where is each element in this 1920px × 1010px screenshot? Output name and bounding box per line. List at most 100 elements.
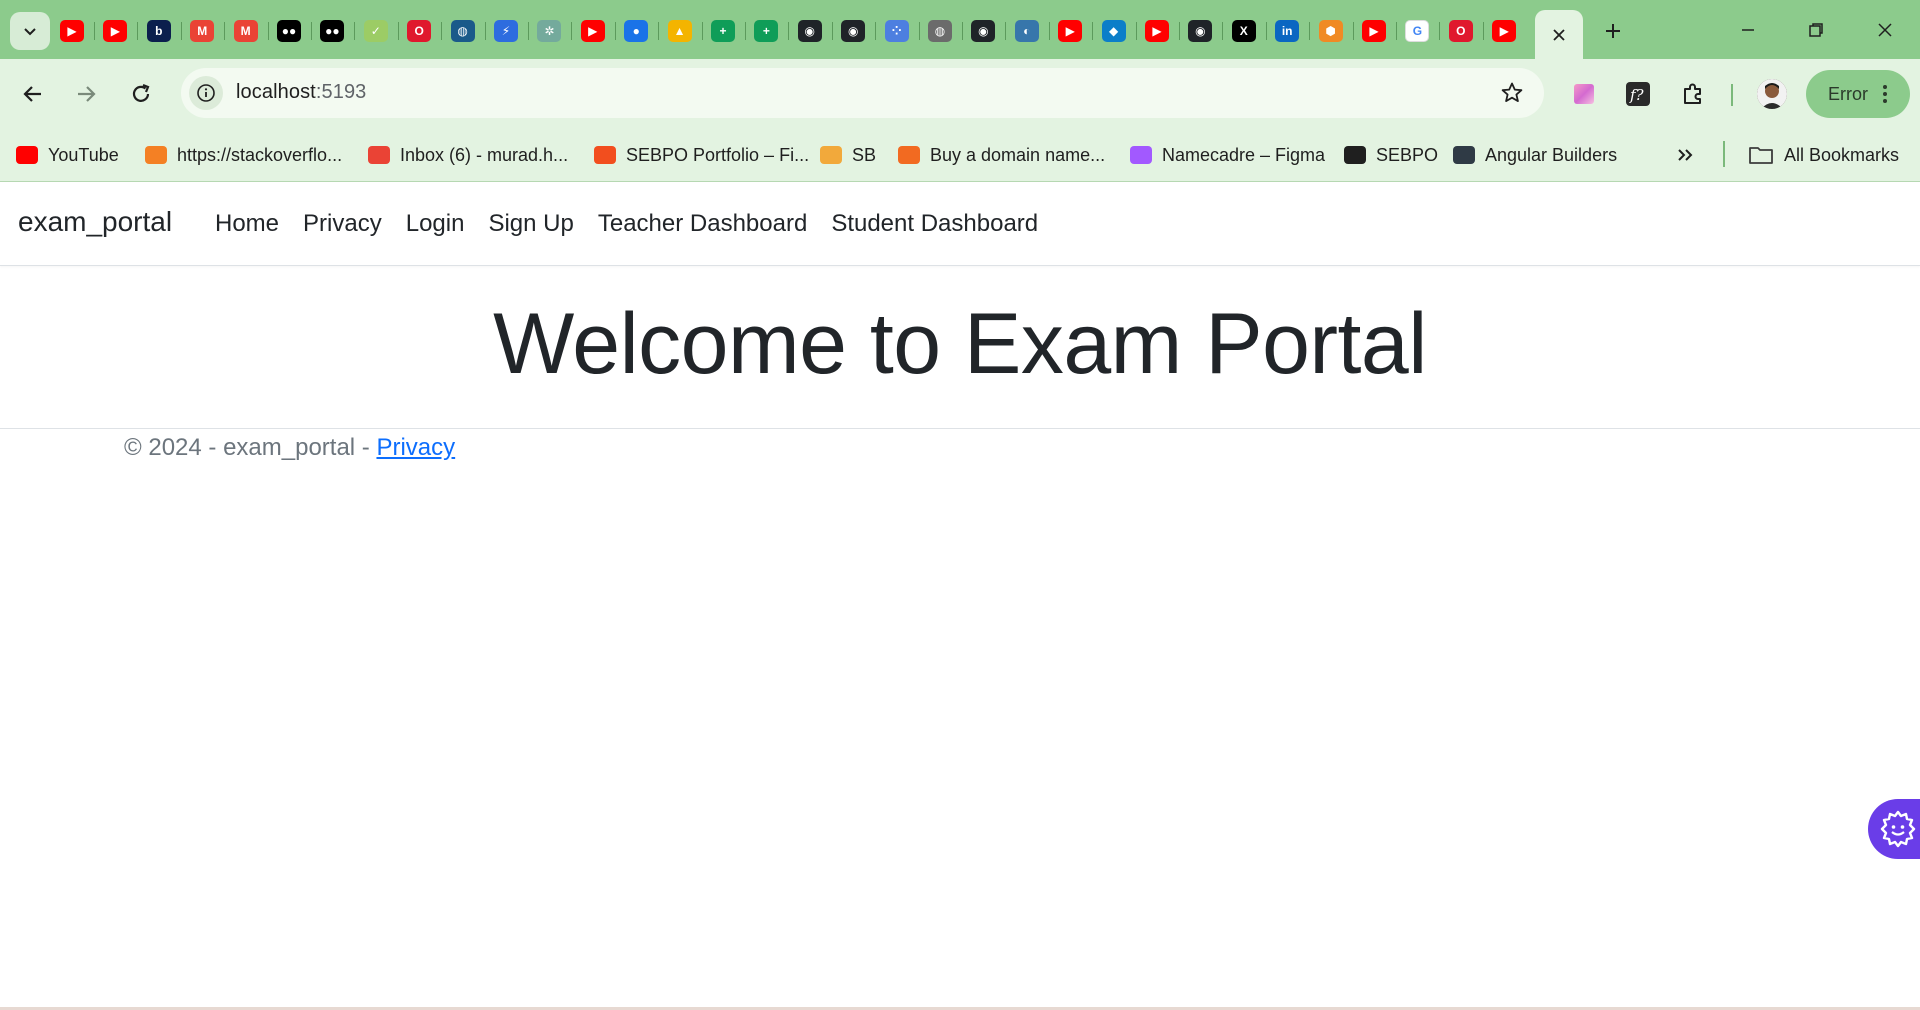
medium-icon[interactable]: ●● [320, 20, 345, 42]
bookmark-item[interactable]: SB [820, 141, 876, 169]
tab-search-button[interactable] [10, 12, 50, 50]
tab-separator [1135, 22, 1137, 40]
globe-grey-icon[interactable]: ◍ [928, 20, 952, 42]
medium-icon[interactable]: ●● [277, 20, 301, 42]
bookmarks-bar: YouTube https://stackoverflo... Inbox (6) … [0, 129, 1920, 182]
tab-separator [875, 22, 877, 40]
youtube-icon[interactable]: ▶ [60, 20, 84, 42]
floating-assistant-button[interactable] [1868, 799, 1920, 859]
stackoverflow-icon [145, 146, 167, 164]
tab-strip: ▶ ▶ b M M ●● ●● ✓ O ◍ ⚡ ✲ ▶ ● ▲ + + ◉ ◉ ⁘ ◍ ◉ ◐ ▶ ◆ ▶ ◉ Xin ⬢ ▶ G O ▶ [0, 0, 1920, 59]
nav-sign-up[interactable]: Sign Up [476, 210, 585, 238]
address-bar[interactable]: localhost:5193 [181, 68, 1544, 118]
bookmark-item[interactable]: SEBPO Portfolio – Fi... [594, 141, 809, 169]
forward-button[interactable] [66, 74, 106, 114]
youtube-icon[interactable]: ▶ [1145, 20, 1169, 42]
youtube-icon[interactable]: ▶ [103, 20, 128, 42]
bookmark-item[interactable]: https://stackoverflo... [145, 141, 342, 169]
bookmark-item[interactable]: Buy a domain name... [898, 141, 1105, 169]
bookmark-label: SEBPO [1376, 144, 1439, 165]
arrow-left-icon [23, 86, 41, 102]
profile-photo-icon [1757, 79, 1787, 109]
bookmark-item[interactable]: Inbox (6) - murad.h... [368, 141, 568, 169]
site-navbar: exam_portal Home Privacy Login Sign Up Teach… [0, 182, 1920, 266]
error-label: Error [1828, 83, 1868, 104]
google-icon[interactable]: G [1405, 20, 1430, 42]
cloud-icon[interactable]: ◆ [1101, 20, 1126, 42]
youtube-icon[interactable]: ▶ [1058, 20, 1083, 42]
minimize-button[interactable] [1725, 10, 1771, 50]
bookmark-star-button[interactable] [1498, 79, 1526, 107]
nav-teacher-dashboard[interactable]: Teacher Dashboard [586, 210, 819, 238]
close-icon[interactable] [1552, 28, 1566, 42]
gmail-icon[interactable]: M [190, 20, 215, 42]
nav-login[interactable]: Login [394, 210, 477, 238]
tab-separator [962, 22, 963, 40]
url-text[interactable]: localhost:5193 [236, 81, 366, 104]
back-button[interactable] [13, 74, 53, 114]
reload-button[interactable] [121, 74, 161, 114]
bookmark-item[interactable]: Namecadre – Figma [1130, 141, 1325, 169]
plus-sheet-icon[interactable]: + [754, 20, 779, 42]
sb-icon [820, 146, 842, 164]
site-brand[interactable]: exam_portal [18, 206, 172, 238]
shield-icon[interactable]: ⬢ [1318, 20, 1343, 42]
font-extension-button[interactable]: f? [1620, 76, 1656, 112]
profile-error-button[interactable]: Error [1806, 70, 1910, 118]
plus-sheet-icon[interactable]: + [711, 20, 735, 42]
site-info-button[interactable] [189, 76, 223, 110]
b-icon[interactable]: b [146, 20, 171, 42]
bookmark-item[interactable]: Angular Builders [1453, 141, 1617, 169]
nav-home[interactable]: Home [203, 210, 291, 238]
github-icon[interactable]: ◉ [841, 20, 866, 42]
url-port: :5193 [315, 81, 367, 103]
tab-separator [1179, 22, 1180, 40]
close-window-button[interactable] [1862, 10, 1908, 50]
bookmark-label: SEBPO Portfolio – Fi... [626, 144, 810, 165]
globe-icon[interactable]: ◍ [450, 20, 475, 42]
figma-icon [1130, 146, 1152, 164]
chatgpt-icon[interactable]: ✲ [537, 20, 562, 42]
new-tab-button[interactable] [1596, 14, 1630, 48]
extensions-button[interactable] [1675, 76, 1711, 112]
linkedin-icon[interactable]: in [1275, 20, 1300, 42]
active-tab[interactable] [1535, 10, 1583, 59]
footer-privacy-link[interactable]: Privacy [376, 434, 455, 461]
youtube-icon[interactable]: ▶ [580, 20, 605, 42]
check-icon[interactable]: ✓ [363, 20, 388, 42]
bookmark-item[interactable]: SEBPO [1344, 141, 1438, 169]
nav-privacy[interactable]: Privacy [291, 210, 394, 238]
drive-icon[interactable]: ▲ [667, 20, 692, 42]
all-bookmarks-button[interactable]: All Bookmarks [1748, 141, 1899, 169]
url-host: localhost [236, 81, 316, 103]
gmail-icon[interactable]: M [233, 20, 258, 42]
tab-separator [137, 22, 139, 40]
opera-icon[interactable]: O [1448, 20, 1473, 42]
github-icon[interactable]: ◉ [797, 20, 822, 42]
github-icon[interactable]: ◉ [971, 20, 996, 42]
contacts-icon[interactable]: ● [624, 20, 649, 42]
nav-student-dashboard[interactable]: Student Dashboard [819, 210, 1050, 238]
x-icon[interactable]: X [1231, 20, 1256, 42]
youtube-icon[interactable]: ▶ [1492, 20, 1517, 42]
tab-separator [528, 22, 529, 40]
youtube-icon[interactable]: ▶ [1362, 20, 1386, 42]
restore-button[interactable] [1793, 10, 1839, 50]
close-icon [1878, 23, 1892, 37]
opera-icon[interactable]: O [407, 20, 432, 42]
more-bookmarks-button[interactable] [1676, 141, 1694, 169]
footer-copyright: © 2024 - exam_portal - [124, 434, 377, 461]
color-extension-button[interactable] [1566, 76, 1602, 112]
bookmark-label: Inbox (6) - murad.h... [400, 144, 569, 165]
bookmark-item[interactable]: YouTube [16, 141, 119, 169]
bookmark-label: YouTube [48, 144, 119, 165]
more-vert-icon[interactable] [1882, 84, 1888, 104]
tab-separator [788, 22, 790, 40]
avatar[interactable] [1757, 79, 1787, 109]
tab-separator [1439, 22, 1441, 40]
bolt-icon[interactable]: ⚡ [494, 20, 518, 42]
dots-icon[interactable]: ⁘ [884, 20, 909, 42]
github-icon[interactable]: ◉ [1188, 20, 1213, 42]
info-icon [197, 84, 215, 102]
python-icon[interactable]: ◐ [1014, 20, 1039, 42]
